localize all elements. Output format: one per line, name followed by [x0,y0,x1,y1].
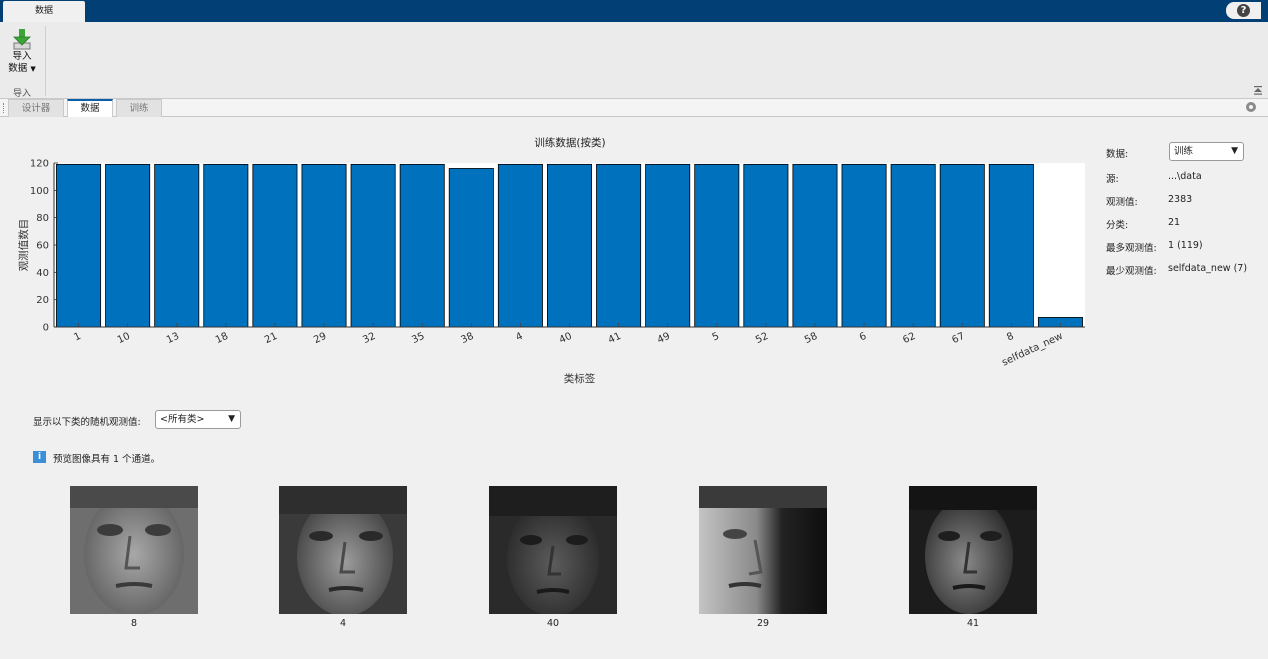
bar-13 [154,163,200,328]
bar-4 [497,163,543,328]
source-value: ...\data [1168,171,1202,182]
data-label: 数据: [1106,149,1129,160]
most-observations-value: 1 (119) [1168,240,1203,251]
x-tick-label: 8 [1005,331,1015,344]
settings-icon[interactable] [1246,102,1256,112]
bar-21 [252,163,298,328]
help-button[interactable]: ? [1226,2,1261,19]
chevron-down-icon: ▼ [228,414,235,424]
bar-49 [645,163,691,328]
classes-value: 21 [1168,217,1181,228]
x-tick-label: 52 [754,331,770,346]
bar-38 [448,168,494,328]
classes-label: 分类: [1106,220,1129,231]
x-tick-label: 6 [858,331,868,344]
bar-8 [988,163,1034,328]
bar-6 [841,163,887,328]
bar-1 [56,163,102,328]
x-tick-label: 67 [950,331,966,346]
bar-52 [743,163,789,328]
most-observations-label: 最多观测值: [1106,243,1157,254]
source-label: 源: [1106,174,1119,185]
x-tick-label: 29 [312,331,328,346]
random-observations-label: 显示以下类的随机观测值: [33,417,141,428]
x-tick-label: 5 [711,331,721,344]
face-image [70,486,198,614]
x-tick-label: 1 [72,331,82,344]
x-tick-label: 62 [901,331,917,346]
preview-image-3 [489,486,617,614]
collapse-ribbon-icon[interactable] [1253,86,1263,96]
x-tick-label: 10 [116,331,132,346]
y-tick-label: 80 [36,213,49,224]
bar-58 [792,163,838,328]
preview-label-1: 8 [130,618,138,629]
preview-label-3: 40 [546,618,560,629]
preview-image-2 [279,486,407,614]
least-observations-label: 最少观测值: [1106,266,1157,277]
x-tick-label: 49 [656,331,672,346]
bar-32 [350,163,396,328]
bar-62 [890,163,936,328]
bar-67 [939,163,985,328]
preview-label-2: 4 [339,618,347,629]
x-tick-label: 13 [165,331,181,346]
x-tick-label: 21 [263,331,279,346]
preview-label-4: 29 [756,618,770,629]
bar-10 [105,163,151,328]
least-observations-value: selfdata_new (7) [1168,263,1248,274]
y-tick-label: 20 [36,295,49,306]
info-icon: i [33,451,46,463]
channel-notice: 预览图像具有 1 个通道。 [53,454,161,465]
y-tick-label: 0 [43,323,49,334]
bar-18 [203,163,249,328]
y-tick-label: 120 [30,159,49,170]
face-image [699,486,827,614]
bar-35 [399,163,445,328]
data-select-value: 训练 [1174,146,1194,157]
bar-41 [596,163,642,328]
preview-image-5 [909,486,1037,614]
y-axis-label: 观测值数目 [17,219,30,272]
x-axis-label: 类标签 [564,372,596,385]
x-tick-label: 40 [558,331,574,346]
x-tick-label: 18 [214,331,230,346]
preview-label-5: 41 [966,618,980,629]
bar-5 [694,163,740,328]
x-tick-label: 38 [459,331,475,346]
chevron-down-icon: ▼ [1231,146,1238,156]
y-tick-label: 40 [36,268,49,279]
face-image [909,486,1037,614]
help-icon: ? [1237,4,1250,17]
class-select-value: <所有类> [160,414,205,425]
bar-29 [301,163,347,328]
x-tick-label: 32 [361,331,377,346]
face-image [279,486,407,614]
x-tick-label: 4 [514,331,524,344]
data-select[interactable]: 训练 ▼ [1169,142,1244,161]
bar-40 [547,163,592,328]
preview-image-4 [699,486,827,614]
x-tick-label: 35 [410,331,426,346]
observations-value: 2383 [1168,194,1193,205]
observations-label: 观测值: [1106,197,1138,208]
x-tick-label: 41 [607,331,623,346]
y-tick-label: 100 [30,186,49,197]
y-tick-label: 60 [36,241,49,252]
class-select[interactable]: <所有类> ▼ [155,410,241,429]
x-tick-label: 58 [803,331,819,346]
class-distribution-chart: 1 10 13 18 21 29 32 35 38 4 40 41 49 5 52 58 6 62 67 8selfd… [17,159,1085,385]
face-image [489,486,617,614]
preview-image-1 [70,486,198,614]
